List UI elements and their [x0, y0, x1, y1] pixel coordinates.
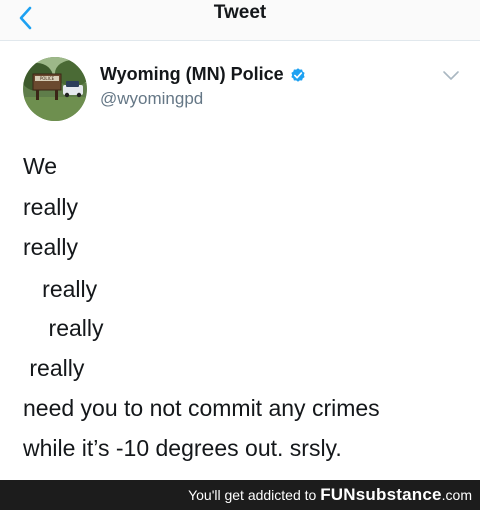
tweet-line: We	[23, 153, 58, 179]
tweet-line: really	[23, 194, 78, 220]
watermark-prefix: You'll get addicted to	[188, 487, 321, 503]
tweet-line: really	[23, 276, 98, 302]
verified-badge-icon	[291, 67, 305, 82]
avatar[interactable]: POLICE	[23, 57, 87, 121]
page-title: Tweet	[213, 2, 267, 23]
svg-text:POLICE: POLICE	[40, 76, 55, 81]
tweet-line: need you to not commit any crimes	[23, 395, 380, 421]
tweet-line: while it’s -10 degrees out. srsly.	[23, 435, 342, 461]
watermark-brand-rest: substance	[355, 485, 442, 504]
display-name-text: Wyoming (MN) Police	[100, 64, 284, 84]
author-handle[interactable]: @wyomingpd	[100, 89, 203, 109]
watermark-brand-fun: FUN	[320, 485, 356, 504]
tweet-line: really	[23, 315, 104, 341]
author-display-name[interactable]: Wyoming (MN) Police	[100, 64, 307, 85]
watermark-brand: FUNsubstance	[320, 485, 441, 504]
chevron-down-icon[interactable]	[441, 68, 461, 84]
police-sign-photo: POLICE	[23, 57, 87, 121]
site-watermark-bar: You'll get addicted to FUNsubstance.com	[0, 480, 480, 510]
watermark-text: You'll get addicted to FUNsubstance.com	[188, 480, 472, 510]
watermark-suffix: .com	[441, 487, 472, 503]
tweet-line: really	[23, 234, 78, 260]
navigation-bar: Tweet	[0, 0, 480, 41]
tweet-line: really	[23, 355, 85, 381]
